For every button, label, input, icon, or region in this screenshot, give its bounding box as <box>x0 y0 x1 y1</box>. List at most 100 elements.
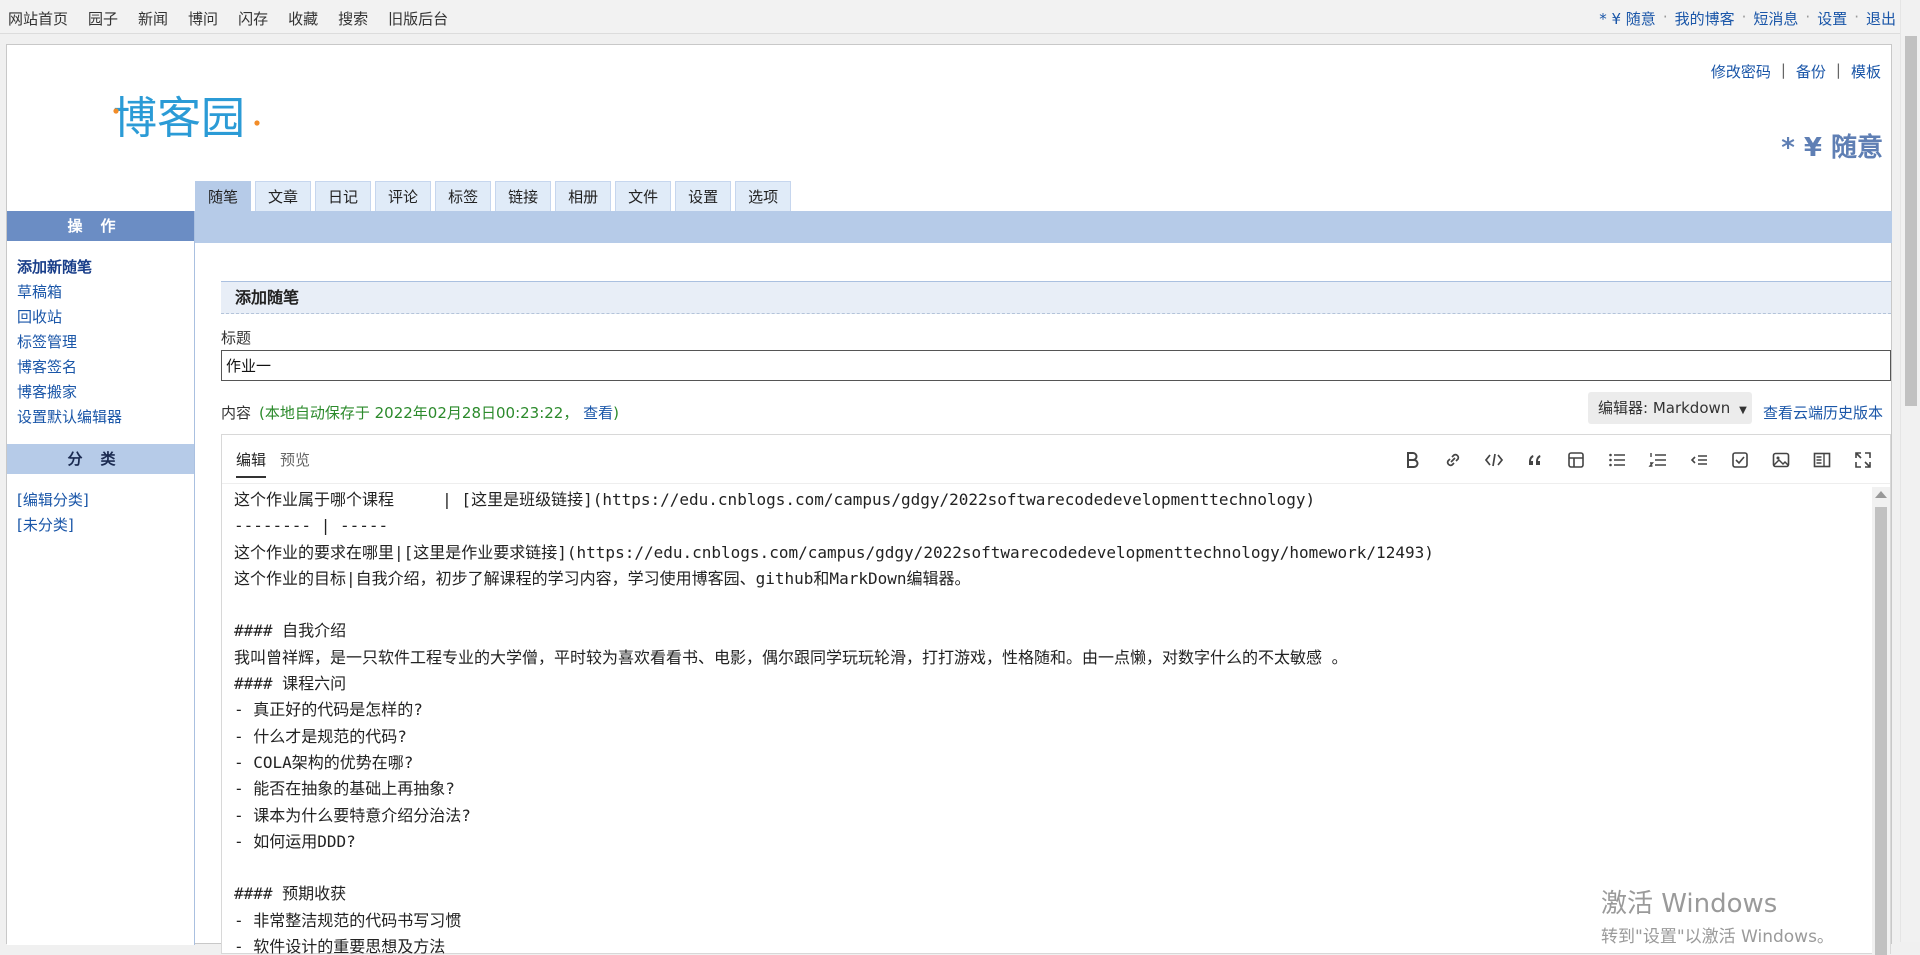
logout-link[interactable]: 退出 <box>1866 8 1896 29</box>
autosave-view-link[interactable]: 查看 <box>583 404 613 422</box>
messages-link[interactable]: 短消息 <box>1753 8 1798 29</box>
indent-icon[interactable] <box>1684 447 1714 473</box>
sidebar-item-tag-manage[interactable]: 标签管理 <box>17 330 194 355</box>
section-title: 添加随笔 <box>221 281 1891 314</box>
content-label: 内容 <box>221 404 252 422</box>
nav-yuanzi[interactable]: 园子 <box>88 8 118 29</box>
editor-select[interactable]: 编辑器: Markdown ▼ <box>1588 392 1752 424</box>
sidebar-item-edit-category[interactable]: [编辑分类] <box>17 488 194 513</box>
link-icon[interactable] <box>1438 447 1468 473</box>
watermark-line-2: 转到"设置"以激活 Windows。 <box>1601 927 1834 947</box>
editor-line: #### 自我介绍 <box>234 621 347 641</box>
editor-toolbar <box>1397 447 1878 473</box>
sidebar-item-default-editor[interactable]: 设置默认编辑器 <box>17 405 194 430</box>
editor-line: - 如何运用DDD? <box>234 831 356 851</box>
sidebar-item-recycle-bin[interactable]: 回收站 <box>17 305 194 330</box>
editor-line: 我叫曾祥辉，是一只软件工程专业的大学僧，平时较为喜欢看看书、电影，偶尔跟同学玩玩… <box>234 647 1348 667</box>
editor-line: - 什么才是规范的代码? <box>234 726 407 746</box>
editor-scroll-thumb[interactable] <box>1875 507 1887 955</box>
side-by-side-icon[interactable] <box>1807 447 1837 473</box>
tab-settings[interactable]: 设置 <box>675 181 732 211</box>
scroll-up-icon[interactable] <box>1875 491 1887 498</box>
tab-links[interactable]: 链接 <box>495 181 552 211</box>
logo-graphic: 博客园 <box>113 93 260 144</box>
editor-select-label: 编辑器: Markdown <box>1598 399 1731 417</box>
windows-activation-watermark: 激活 Windows 转到"设置"以激活 Windows。 <box>1601 883 1834 947</box>
editor-line: - 能否在抽象的基础上再抽象? <box>234 779 455 799</box>
nav-home[interactable]: 网站首页 <box>8 8 68 29</box>
sidebar: 操作 添加新随笔 草稿箱 回收站 标签管理 博客签名 博客搬家 设置默认编辑器 … <box>7 211 195 945</box>
editor-line: - 真正好的代码是怎样的? <box>234 700 423 720</box>
nav-search[interactable]: 搜索 <box>338 8 368 29</box>
editor-tabs: 编辑 预览 <box>236 445 310 478</box>
separator: | <box>1835 61 1841 79</box>
checkbox-icon[interactable] <box>1725 447 1755 473</box>
numbered-list-icon[interactable] <box>1643 447 1673 473</box>
editor-line: 这个作业的要求在哪里|[这里是作业要求链接](https://edu.cnblo… <box>234 542 1434 562</box>
tab-articles[interactable]: 文章 <box>255 181 312 211</box>
tab-posts[interactable]: 随笔 <box>195 181 252 211</box>
table-icon[interactable] <box>1561 447 1591 473</box>
separator: | <box>1780 61 1786 79</box>
cloud-history-link[interactable]: 查看云端历史版本 <box>1763 402 1883 423</box>
editor-line: -------- | ----- <box>234 516 389 536</box>
content-line: 内容 (本地自动保存于 2022年02月28日00:23:22， 查看) <box>221 402 619 423</box>
editor-line: - 课本为什么要特意介绍分治法? <box>234 805 471 825</box>
editor-scrollbar[interactable] <box>1872 487 1890 955</box>
my-blog-link[interactable]: 我的博客 <box>1675 8 1735 29</box>
markdown-editor: 编辑 预览 这个作业属于哪个课程 | [这里是班级链接](https://edu… <box>221 434 1891 955</box>
separator: · <box>1662 8 1668 26</box>
sidebar-cat-title: 分类 <box>7 444 194 474</box>
editor-line: - COLA架构的优势在哪? <box>234 752 414 772</box>
cnblogs-logo[interactable]: 博客园 <box>109 87 269 151</box>
template-link[interactable]: 模板 <box>1851 61 1881 82</box>
nav-fav[interactable]: 收藏 <box>288 8 318 29</box>
separator: · <box>1741 8 1747 26</box>
nav-news[interactable]: 新闻 <box>138 8 168 29</box>
sidebar-item-uncategorized[interactable]: [未分类] <box>17 513 194 538</box>
bullet-list-icon[interactable] <box>1602 447 1632 473</box>
sidebar-ops-list: 添加新随笔 草稿箱 回收站 标签管理 博客签名 博客搬家 设置默认编辑器 <box>7 241 194 444</box>
tab-files[interactable]: 文件 <box>615 181 672 211</box>
fullscreen-icon[interactable] <box>1848 447 1878 473</box>
tab-comments[interactable]: 评论 <box>375 181 432 211</box>
change-password-link[interactable]: 修改密码 <box>1711 61 1771 82</box>
sidebar-ops-title: 操作 <box>7 211 194 241</box>
page-scroll-thumb[interactable] <box>1905 36 1917 406</box>
tab-diary[interactable]: 日记 <box>315 181 372 211</box>
sidebar-item-drafts[interactable]: 草稿箱 <box>17 280 194 305</box>
tab-strip <box>195 211 1892 243</box>
nav-old-admin[interactable]: 旧版后台 <box>388 8 448 29</box>
user-name-link[interactable]: * ¥ 随意 <box>1599 8 1656 29</box>
backup-link[interactable]: 备份 <box>1796 61 1826 82</box>
bold-icon[interactable] <box>1397 447 1427 473</box>
tab-tags[interactable]: 标签 <box>435 181 492 211</box>
code-icon[interactable] <box>1479 447 1509 473</box>
nav-ing[interactable]: 闪存 <box>238 8 268 29</box>
sidebar-item-blog-move[interactable]: 博客搬家 <box>17 380 194 405</box>
quote-icon[interactable] <box>1520 447 1550 473</box>
top-navbar: 网站首页 园子 新闻 博问 闪存 收藏 搜索 旧版后台 * ¥ 随意 · 我的博… <box>0 0 1920 34</box>
autosave-close: ) <box>613 404 620 422</box>
user-nav: * ¥ 随意 · 我的博客 · 短消息 · 设置 · 退出 <box>1599 8 1896 29</box>
tab-options[interactable]: 选项 <box>735 181 792 211</box>
autosave-status: (本地自动保存于 2022年02月28日00:23:22， 查看) <box>259 404 619 422</box>
sidebar-item-signature[interactable]: 博客签名 <box>17 355 194 380</box>
image-icon[interactable] <box>1766 447 1796 473</box>
header-links: 修改密码 | 备份 | 模板 <box>1711 61 1881 82</box>
title-input[interactable] <box>221 350 1891 381</box>
tab-albums[interactable]: 相册 <box>555 181 612 211</box>
tab-edit[interactable]: 编辑 <box>236 445 267 478</box>
blog-title: * ¥ 随意 <box>1781 133 1883 163</box>
editor-line: 这个作业的目标|自我介绍，初步了解课程的学习内容，学习使用博客园、github和… <box>234 568 971 588</box>
nav-q[interactable]: 博问 <box>188 8 218 29</box>
sidebar-item-add-post[interactable]: 添加新随笔 <box>17 255 194 280</box>
sidebar-cat-list: [编辑分类] [未分类] <box>7 474 194 552</box>
editor-line: #### 课程六问 <box>234 674 347 694</box>
title-label: 标题 <box>221 329 252 347</box>
settings-link[interactable]: 设置 <box>1817 8 1847 29</box>
tab-preview[interactable]: 预览 <box>280 445 310 478</box>
page-scrollbar[interactable] <box>1900 0 1920 942</box>
